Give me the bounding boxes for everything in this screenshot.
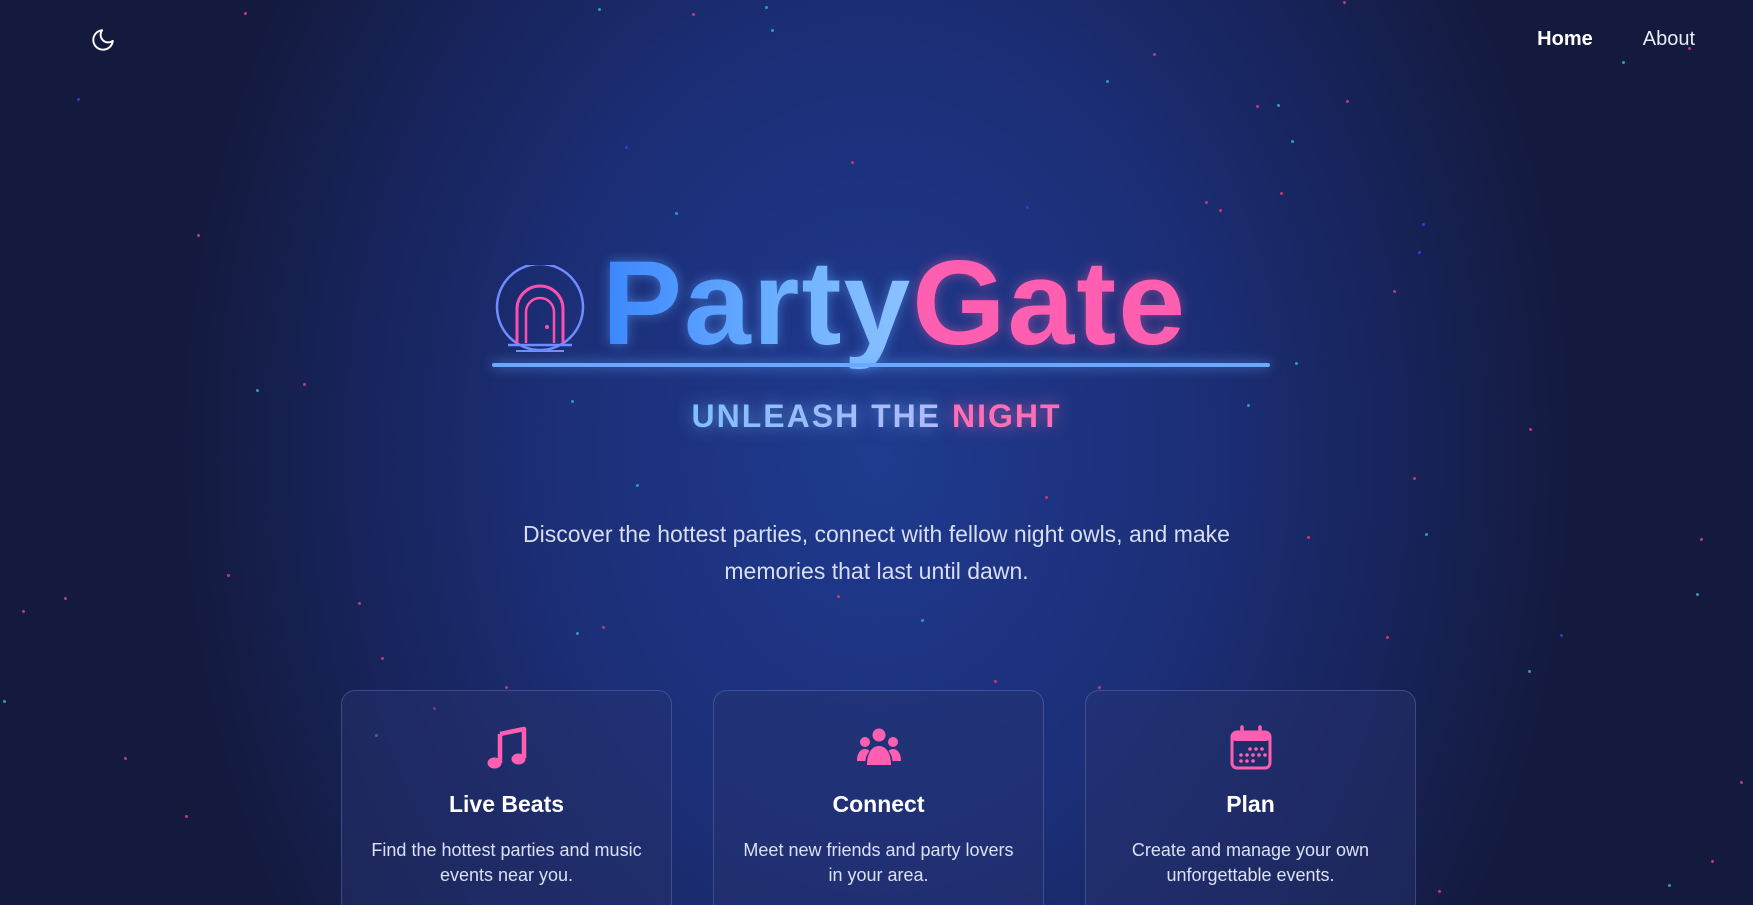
feature-title: Plan — [1226, 791, 1275, 817]
feature-description: Create and manage your own unforgettable… — [1131, 840, 1370, 885]
logo-underline — [492, 363, 1270, 367]
feature-title: Connect — [832, 791, 925, 817]
feature-card-live-beats: Live Beats Find the hottest parties and … — [341, 690, 672, 905]
music-note-icon — [487, 726, 526, 769]
feature-description: Meet new friends and party lovers in you… — [743, 840, 1014, 885]
nav-home-link[interactable]: Home — [1537, 28, 1593, 51]
feature-card-connect: Connect Meet new friends and party lover… — [713, 690, 1044, 905]
logo-party-text: Party — [602, 236, 913, 370]
partygate-logo: PartyGate — [490, 243, 1270, 375]
tagline-part-1: UNLEASH THE — [691, 398, 952, 434]
hero-description: Discover the hottest parties, connect wi… — [0, 516, 1753, 590]
theme-toggle-button[interactable] — [90, 27, 116, 53]
moon-icon — [92, 29, 114, 51]
feature-cards: Live Beats Find the hottest parties and … — [341, 690, 1416, 905]
users-icon — [856, 728, 901, 765]
nav-about-link[interactable]: About — [1643, 28, 1695, 51]
calendar-icon — [1230, 725, 1271, 770]
tagline: UNLEASH THE NIGHT — [0, 398, 1753, 435]
feature-title: Live Beats — [448, 791, 565, 817]
description-line-1: Discover the hottest parties, connect wi… — [523, 521, 1230, 547]
logo-wordmark: PartyGate — [602, 243, 1187, 363]
logo-gate-text: Gate — [912, 236, 1187, 370]
top-navigation: Home About — [1537, 28, 1695, 51]
feature-description: Find the hottest parties and music event… — [371, 840, 642, 885]
tagline-part-2: NIGHT — [951, 398, 1062, 434]
door-arch-icon — [495, 265, 585, 352]
feature-card-plan: Plan Create and manage your own unforget… — [1085, 690, 1416, 905]
description-line-2: memories that last until dawn. — [724, 558, 1029, 584]
